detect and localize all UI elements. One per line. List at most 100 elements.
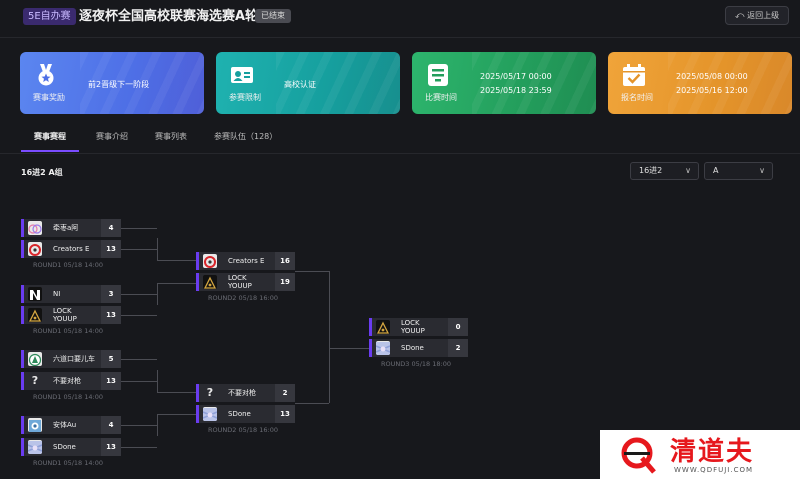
match-round-label: ROUND1 05/18 14:00 <box>33 261 103 269</box>
team-accent-bar <box>369 339 372 357</box>
team-score: 4 <box>101 416 121 434</box>
bracket-connector <box>121 228 157 229</box>
match-team-row[interactable]: SDone 13 <box>196 405 295 423</box>
team-score: 13 <box>101 438 121 456</box>
match-team-row[interactable]: 安体Au 4 <box>21 416 121 434</box>
match-team-row[interactable]: LOCK YOUUP 13 <box>21 306 121 324</box>
tab-teams[interactable]: 参赛队伍（128） <box>214 131 277 142</box>
id-card-icon <box>231 67 253 83</box>
team-name: 不要对枪 <box>228 389 256 397</box>
match-round-label: ROUND2 05/18 16:00 <box>208 294 278 302</box>
team-score: 2 <box>275 384 295 402</box>
team-score: 4 <box>101 219 121 237</box>
group-select-value: A <box>713 166 719 175</box>
match-team-row[interactable]: Creators E 13 <box>21 240 121 258</box>
header-divider <box>0 37 800 38</box>
team-name: SDone <box>401 344 424 352</box>
bracket-connector <box>157 283 196 284</box>
watermark: 清道夫 WWW.QDFUJI.COM <box>600 430 800 479</box>
back-button[interactable]: ⤺ 返回上级 <box>725 6 789 25</box>
back-label: 返回上级 <box>747 11 780 20</box>
match-team-row[interactable]: 六道口要儿车 5 <box>21 350 121 368</box>
group-select[interactable]: A ∨ <box>704 162 773 180</box>
tab-intro[interactable]: 赛事介绍 <box>96 131 128 142</box>
bracket-connector <box>157 414 196 415</box>
bracket-connector <box>157 260 196 261</box>
document-icon <box>428 64 448 86</box>
bracket-connector <box>295 271 329 272</box>
match-team-row[interactable]: ? 不要对枪 13 <box>21 372 121 390</box>
team-name: 安体Au <box>53 421 77 429</box>
team-score: 13 <box>101 372 121 390</box>
status-badge: 已结束 <box>255 9 291 23</box>
match-team-row[interactable]: SDone 13 <box>21 438 121 456</box>
match-round-label: ROUND1 05/18 14:00 <box>33 459 103 467</box>
bracket-connector <box>121 359 157 360</box>
card-match-time: 比赛时间 2025/05/17 00:00 2025/05/18 23:59 <box>412 52 596 114</box>
bracket-connector <box>121 447 157 448</box>
match-team-row[interactable]: SDone 2 <box>369 339 468 357</box>
team-logo-icon <box>28 287 42 301</box>
team-logo-icon <box>376 341 390 355</box>
card-reward: 赛事奖励 前2晋级下一阶段 <box>20 52 204 114</box>
tab-schedule[interactable]: 赛事赛程 <box>34 131 66 142</box>
team-logo-icon <box>28 242 42 256</box>
question-mark-icon: ? <box>31 374 39 387</box>
team-accent-bar <box>21 438 24 456</box>
team-accent-bar <box>21 240 24 258</box>
team-score: 0 <box>448 318 468 336</box>
team-name: 不要对枪 <box>53 377 81 385</box>
match-team-row[interactable]: Creators E 16 <box>196 252 295 270</box>
event-type-badge: 5E自办赛 <box>23 8 76 25</box>
bracket-connector <box>121 315 157 316</box>
card-restriction: 参赛限制 高校认证 <box>216 52 400 114</box>
team-score: 19 <box>275 273 295 291</box>
match-round-label: ROUND2 05/18 16:00 <box>208 426 278 434</box>
team-score: 2 <box>448 339 468 357</box>
team-name: SDone <box>53 443 76 451</box>
group-title: 16进2 A组 <box>21 168 63 177</box>
card-value: 前2晋级下一阶段 <box>88 80 150 89</box>
team-name: LOCK YOUUP <box>228 274 252 290</box>
bracket-connector <box>157 238 158 260</box>
team-accent-bar <box>369 318 372 336</box>
team-name: 牵枣a阿 <box>53 224 79 232</box>
tabs-divider <box>0 153 800 154</box>
card-decoration <box>472 52 596 114</box>
match-team-row[interactable]: LOCK YOUUP 19 <box>196 273 295 291</box>
calendar-check-icon <box>623 64 645 86</box>
card-label: 赛事奖励 <box>33 93 65 102</box>
team-name: 六道口要儿车 <box>53 355 95 363</box>
team-accent-bar <box>21 306 24 324</box>
team-logo-icon <box>28 418 42 432</box>
team-logo-icon <box>28 308 42 322</box>
team-name: Creators E <box>53 245 90 253</box>
chevron-down-icon: ∨ <box>685 166 691 175</box>
team-name: SDone <box>228 410 251 418</box>
match-team-row[interactable]: NI 3 <box>21 285 121 303</box>
bracket-connector <box>121 381 157 382</box>
team-accent-bar <box>21 350 24 368</box>
bracket-connector <box>121 425 157 426</box>
team-score: 13 <box>101 306 121 324</box>
team-accent-bar <box>196 384 199 402</box>
watermark-url: WWW.QDFUJI.COM <box>674 466 754 474</box>
bracket-connector <box>157 370 158 392</box>
team-logo-icon <box>28 440 42 454</box>
tab-list[interactable]: 赛事列表 <box>155 131 187 142</box>
bracket-connector <box>121 249 157 250</box>
match-round-label: ROUND1 05/18 14:00 <box>33 393 103 401</box>
team-name: NI <box>53 290 61 298</box>
question-mark-icon: ? <box>206 386 214 399</box>
stage-select[interactable]: 16进2 ∨ <box>630 162 699 180</box>
card-end-time: 2025/05/18 23:59 <box>480 86 552 95</box>
active-tab-indicator <box>21 150 79 152</box>
stage-select-value: 16进2 <box>639 166 663 175</box>
match-team-row[interactable]: 牵枣a阿 4 <box>21 219 121 237</box>
team-name: LOCK YOUUP <box>53 307 77 323</box>
match-team-row[interactable]: ? 不要对枪 2 <box>196 384 295 402</box>
match-team-row[interactable]: LOCK YOUUP 0 <box>369 318 468 336</box>
bracket-connector <box>329 271 330 403</box>
team-logo-icon <box>203 407 217 421</box>
team-logo-icon <box>28 221 42 235</box>
